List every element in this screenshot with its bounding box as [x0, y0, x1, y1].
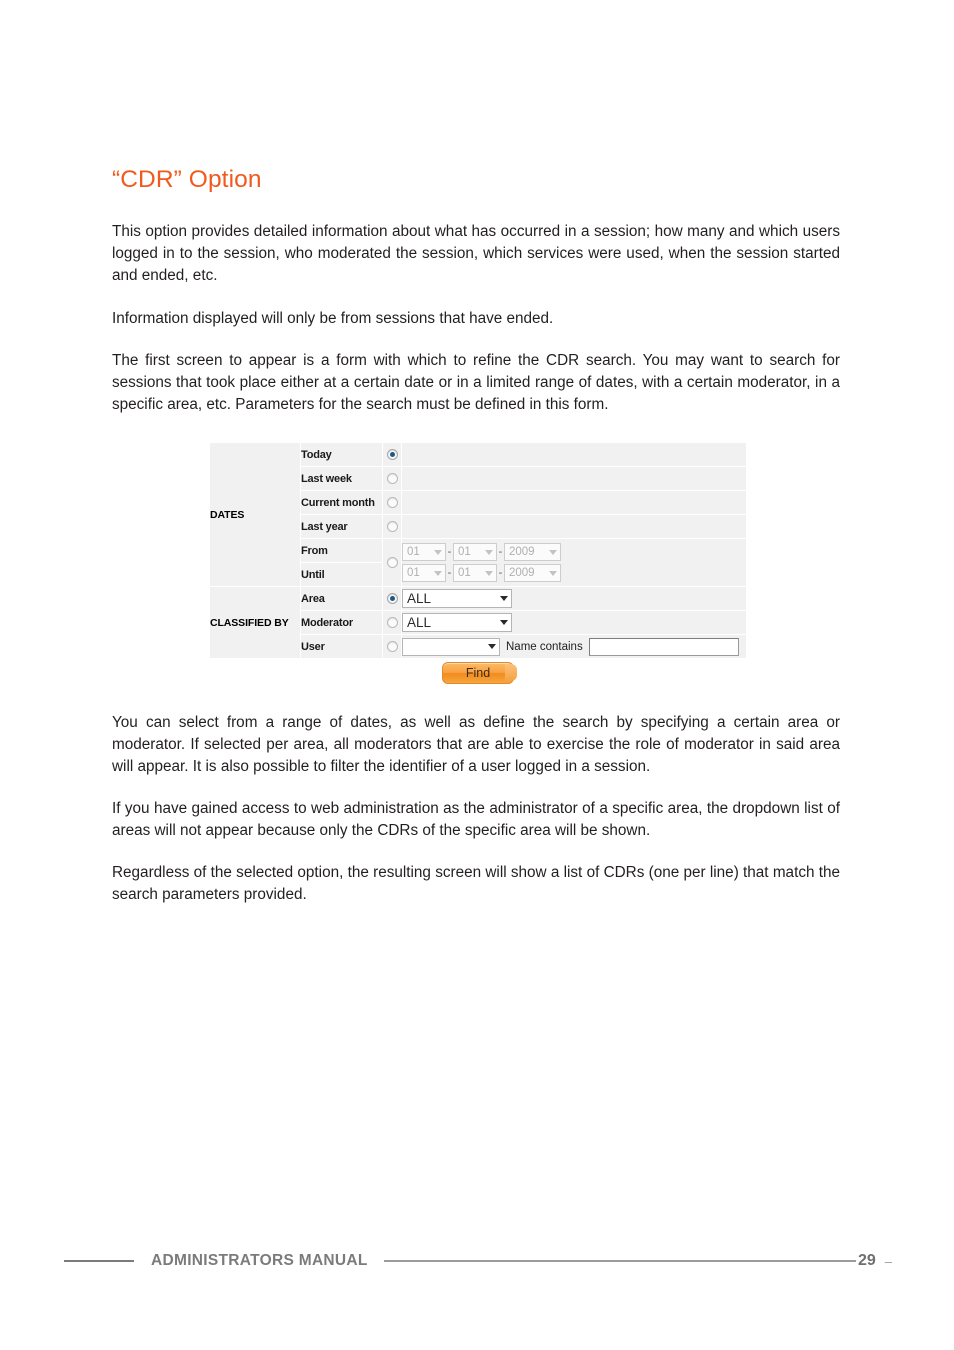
chevron-down-icon [549, 570, 557, 576]
find-button-label: Find [465, 666, 491, 680]
date-range-controls: 01 - 01 - 2009 01 - 01 - 2009 [402, 541, 746, 584]
moderator-select-value: ALL [407, 615, 432, 630]
date-row-from: 01 - 01 - 2009 [402, 543, 746, 561]
from-month-select[interactable]: 01 [453, 543, 497, 561]
control-cell-today [401, 442, 747, 467]
radio-cell-moderator[interactable] [382, 610, 402, 635]
control-cell-last-year [401, 514, 747, 539]
date-separator: - [498, 567, 503, 579]
radio-cell-today[interactable] [382, 442, 402, 467]
field-label-until: Until [300, 562, 383, 587]
from-day-select[interactable]: 01 [402, 543, 446, 561]
group-label-classified-by: CLASSIFIED BY [209, 586, 301, 659]
paragraph-area-admin: If you have gained access to web adminis… [112, 800, 840, 840]
moderator-select[interactable]: ALL [402, 613, 512, 632]
until-month-select[interactable]: 01 [453, 564, 497, 582]
from-year-select[interactable]: 2009 [504, 543, 561, 561]
footer-title: ADMINISTRATORS MANUAL [151, 1252, 368, 1269]
paragraph-ended-sessions: Information displayed will only be from … [112, 310, 554, 327]
page-footer: ADMINISTRATORS MANUAL 29 – [64, 1249, 892, 1273]
name-contains-label: Name contains [506, 640, 583, 653]
until-year-value: 2009 [509, 567, 535, 579]
field-label-today: Today [300, 442, 383, 467]
until-month-value: 01 [458, 567, 471, 579]
radio-last-week[interactable] [386, 472, 398, 484]
table-row: DATES Today [209, 442, 747, 587]
radio-user[interactable] [386, 640, 398, 652]
field-label-area: Area [300, 586, 383, 611]
radio-today[interactable] [386, 448, 398, 460]
radio-last-year[interactable] [386, 520, 398, 532]
chevron-down-icon [434, 570, 442, 576]
chevron-down-icon [488, 644, 496, 649]
find-button-wrap: Find [209, 662, 747, 684]
group-label-dates: DATES [209, 442, 301, 587]
radio-cell-current-month[interactable] [382, 490, 402, 515]
date-separator: - [447, 546, 452, 558]
radio-cell-last-year[interactable] [382, 514, 402, 539]
from-month-value: 01 [458, 546, 471, 558]
radio-cell-date-range[interactable] [382, 538, 402, 587]
chevron-down-icon [500, 596, 508, 601]
date-row-until: 01 - 01 - 2009 [402, 564, 746, 582]
date-separator: - [447, 567, 452, 579]
chevron-down-icon [485, 570, 493, 576]
paragraph-intro: This option provides detailed informatio… [112, 223, 840, 285]
user-filter-controls: Name contains [402, 637, 746, 656]
field-label-current-month: Current month [300, 490, 383, 515]
footer-trailing-dash: – [884, 1253, 892, 1269]
field-label-last-year: Last year [300, 514, 383, 539]
radio-cell-user[interactable] [382, 634, 402, 659]
chevron-down-icon [549, 549, 557, 555]
until-day-value: 01 [407, 567, 420, 579]
control-cell-user: Name contains [401, 634, 747, 659]
paragraph-results: Regardless of the selected option, the r… [112, 864, 840, 904]
page-title: “CDR” Option [112, 166, 262, 193]
cdr-search-form-figure: DATES Today Last week Current month Last… [209, 442, 747, 659]
field-label-last-week: Last week [300, 466, 383, 491]
radio-cell-area[interactable] [382, 586, 402, 611]
table-row: CLASSIFIED BY Area ALL [209, 586, 747, 659]
radio-area[interactable] [386, 592, 398, 604]
control-cell-moderator: ALL [401, 610, 747, 635]
find-button[interactable]: Find [442, 662, 517, 684]
chevron-down-icon [485, 549, 493, 555]
date-separator: - [498, 546, 503, 558]
page-number: 29 [857, 1252, 876, 1269]
area-select[interactable]: ALL [402, 589, 512, 608]
field-label-user: User [300, 634, 383, 659]
field-label-from: From [300, 538, 383, 563]
field-label-moderator: Moderator [300, 610, 383, 635]
document-page: “CDR” Option This option provides detail… [0, 0, 954, 1350]
until-day-select[interactable]: 01 [402, 564, 446, 582]
footer-rule-left [64, 1260, 134, 1262]
control-cell-current-month [401, 490, 747, 515]
cdr-search-form-table: DATES Today Last week Current month Last… [209, 442, 747, 659]
from-day-value: 01 [407, 546, 420, 558]
paragraph-select-range: You can select from a range of dates, as… [112, 714, 840, 776]
control-cell-area: ALL [401, 586, 747, 611]
control-cell-last-week [401, 466, 747, 491]
user-select[interactable] [402, 637, 500, 656]
radio-moderator[interactable] [386, 616, 398, 628]
radio-current-month[interactable] [386, 496, 398, 508]
chevron-down-icon [434, 549, 442, 555]
chevron-down-icon [500, 620, 508, 625]
radio-date-range[interactable] [386, 556, 398, 568]
name-contains-input[interactable] [588, 637, 739, 656]
from-year-value: 2009 [509, 546, 535, 558]
paragraph-first-screen: The first screen to appear is a form wit… [112, 352, 840, 414]
footer-rule-middle [383, 1260, 856, 1262]
until-year-select[interactable]: 2009 [504, 564, 561, 582]
radio-cell-last-week[interactable] [382, 466, 402, 491]
control-cell-date-range: 01 - 01 - 2009 01 - 01 - 2009 [401, 538, 747, 587]
area-select-value: ALL [407, 591, 432, 606]
